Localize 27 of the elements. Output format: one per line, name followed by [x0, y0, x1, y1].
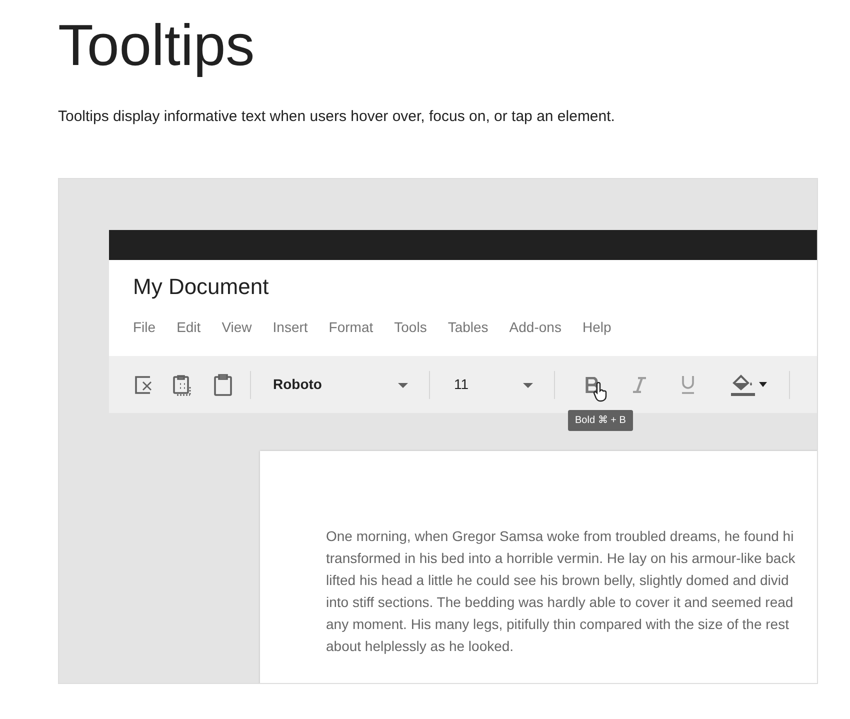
menu-item[interactable]: Format — [328, 316, 374, 338]
body-text-line: One morning, when Gregor Samsa woke from troubled dreams, he found hi — [326, 527, 795, 546]
font-dropdown[interactable]: Roboto — [273, 374, 322, 396]
document-title: My Document — [133, 274, 270, 301]
bold-icon[interactable] — [584, 376, 599, 393]
clipboard-icon[interactable] — [212, 372, 234, 397]
menu-item[interactable]: File — [133, 316, 156, 338]
body-text-line: about helplessly as he looked. — [326, 637, 515, 656]
menu-item[interactable]: Tools — [394, 316, 427, 338]
body-text-line: transformed in his bed into a horrible vermin. He lay on his armour-like back — [326, 549, 796, 568]
page-description: Tooltips display informative text when users hover over, focus on, or tap an element. — [58, 106, 616, 127]
menu-item[interactable]: Edit — [176, 316, 201, 338]
size-dropdown[interactable]: 11 — [454, 374, 469, 396]
page-title: Tooltips — [58, 14, 256, 78]
menu-item[interactable]: Help — [582, 316, 612, 338]
menu-item[interactable]: Add-ons — [509, 316, 562, 338]
body-text-line: into stiff sections. The bedding was hardly able to cover it and seemed read — [326, 593, 794, 612]
pointer-icon[interactable] — [592, 382, 607, 402]
fill-color-icon[interactable] — [730, 372, 768, 397]
caret-icon[interactable] — [522, 380, 534, 389]
menu-item[interactable]: Insert — [272, 316, 308, 338]
body-text-line: lifted his head a little he could see his brown belly, slightly domed and divid — [326, 571, 790, 590]
caret-icon[interactable] — [396, 380, 409, 389]
body-text-line: any moment. His many legs, pitifully thin compared with the size of the rest — [326, 615, 790, 634]
menu-item[interactable]: Tables — [448, 316, 488, 338]
menu-item[interactable]: View — [222, 316, 252, 338]
tooltip: Bold ⌘ + B — [568, 410, 633, 432]
